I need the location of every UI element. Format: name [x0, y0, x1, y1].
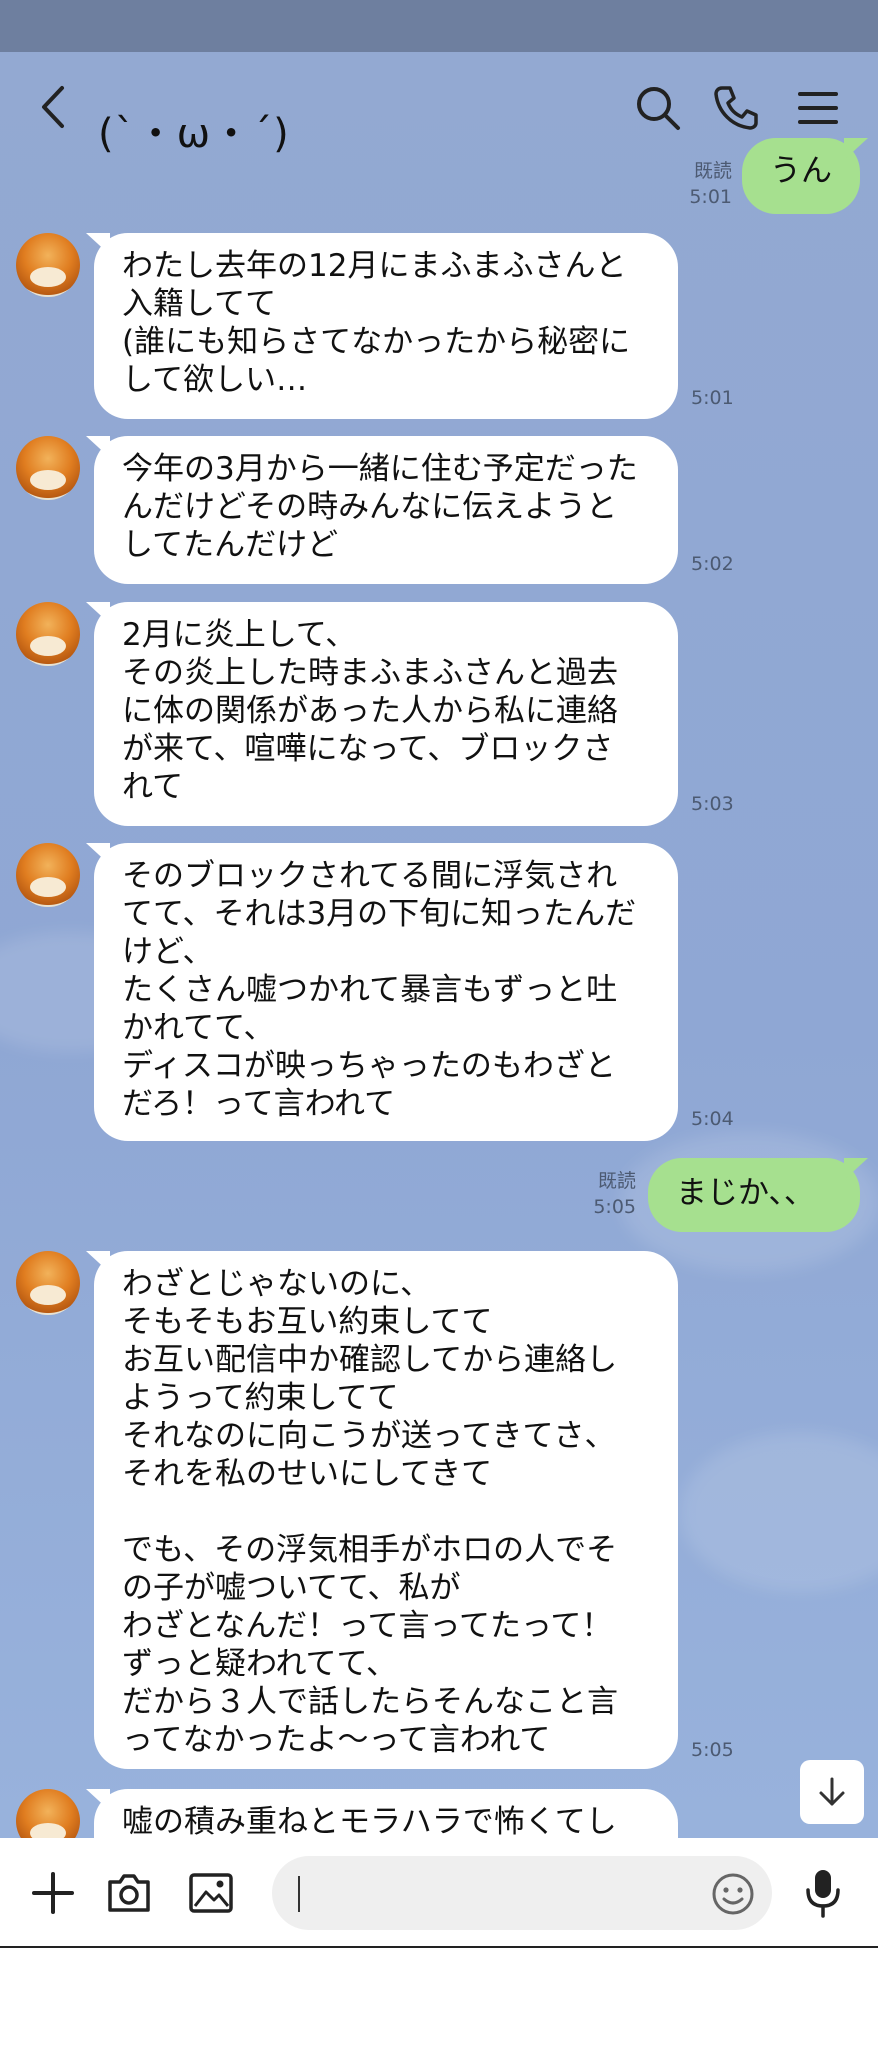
- message-time: 5:01: [689, 186, 732, 208]
- avatar[interactable]: [16, 843, 80, 907]
- message-time: 5:05: [593, 1196, 636, 1218]
- chevron-left-icon[interactable]: [36, 82, 76, 132]
- chat-header: (`・ω・´): [0, 52, 878, 162]
- message-time: 5:02: [691, 553, 734, 575]
- plus-icon[interactable]: [30, 1870, 76, 1916]
- scroll-to-bottom-button[interactable]: [800, 1760, 864, 1824]
- text-caret: [298, 1876, 300, 1912]
- message-time: 5:05: [691, 1739, 734, 1761]
- read-receipt: 既読: [693, 160, 732, 182]
- search-icon[interactable]: [630, 80, 686, 136]
- message-meta: 既読 5:05: [593, 1168, 636, 1220]
- bottom-blank-area: [0, 1948, 878, 2048]
- avatar[interactable]: [16, 1251, 80, 1315]
- message-bubble-incoming[interactable]: わたし去年の12月にまふまふさんと 入籍してて (誰にも知らさてなかったから秘密…: [94, 233, 678, 419]
- message-time: 5:03: [691, 793, 734, 815]
- arrow-down-icon: [819, 1777, 845, 1806]
- message-time: 5:04: [691, 1108, 734, 1130]
- message-bubble-incoming[interactable]: 今年の3月から一緒に住む予定だった んだけどその時みんなに伝えようと してたんだ…: [94, 436, 678, 584]
- status-bar: [0, 0, 878, 52]
- avatar[interactable]: [16, 436, 80, 500]
- message-bubble-incoming[interactable]: そのブロックされてる間に浮気され てて、それは3月の下旬に知ったんだ けど、 た…: [94, 843, 678, 1141]
- camera-icon[interactable]: [104, 1868, 154, 1918]
- message-input[interactable]: [272, 1856, 772, 1930]
- message-bubble-incoming[interactable]: 2月に炎上して、 その炎上した時まふまふさんと過去 に体の関係があった人から私に…: [94, 602, 678, 826]
- message-meta: 既読 5:01: [689, 158, 732, 210]
- image-icon[interactable]: [186, 1868, 236, 1918]
- message-bubble-outgoing[interactable]: うん: [742, 138, 860, 214]
- menu-icon[interactable]: [790, 80, 846, 136]
- avatar[interactable]: [16, 602, 80, 666]
- phone-icon[interactable]: [708, 80, 764, 136]
- message-bubble-outgoing[interactable]: まじか、、: [648, 1158, 860, 1232]
- message-time: 5:01: [691, 387, 734, 409]
- message-bubble-incoming[interactable]: わざとじゃないのに、 そもそもお互い約束してて お互い配信中か確認してから連絡し…: [94, 1251, 678, 1769]
- chat-title: (`・ω・´): [98, 111, 290, 157]
- emoji-icon[interactable]: [710, 1871, 756, 1917]
- microphone-icon[interactable]: [800, 1866, 846, 1920]
- input-bar: [0, 1838, 878, 1948]
- read-receipt: 既読: [597, 1170, 636, 1192]
- avatar[interactable]: [16, 233, 80, 297]
